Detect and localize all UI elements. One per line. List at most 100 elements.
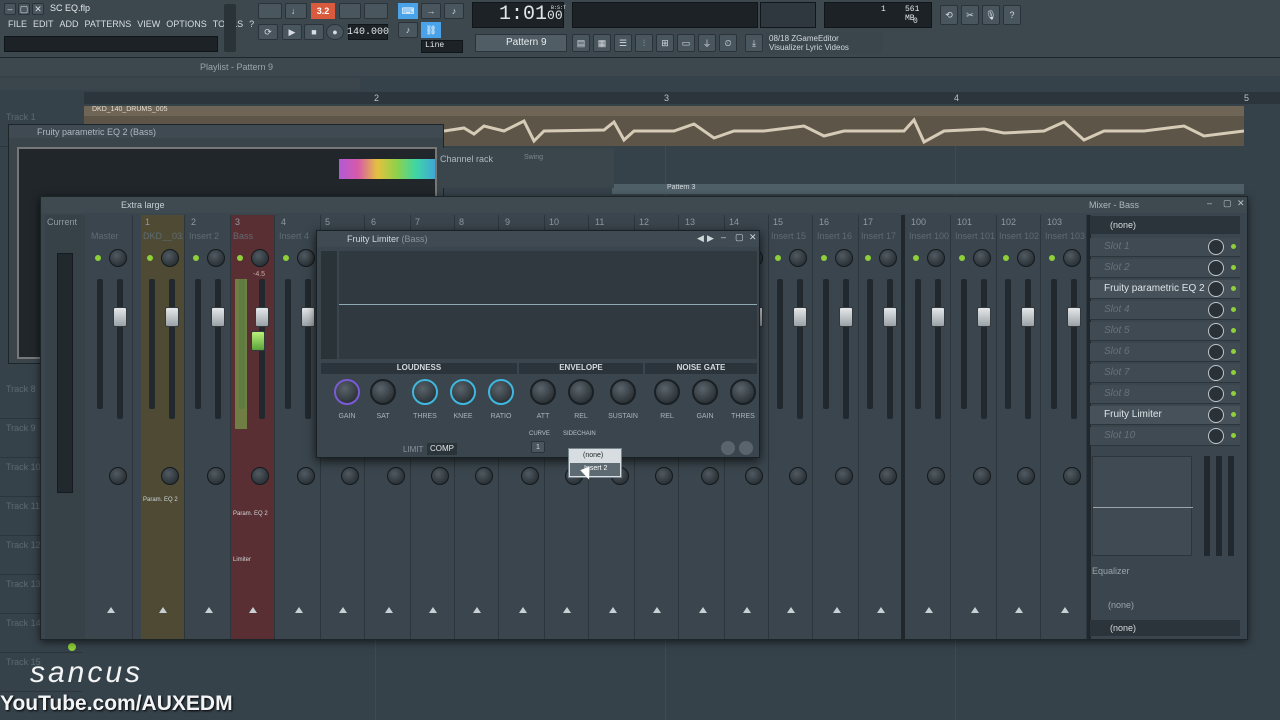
- fx-mix-knob[interactable]: [1208, 239, 1224, 255]
- stereo-knob[interactable]: [789, 467, 807, 485]
- knob-dial[interactable]: [488, 379, 514, 405]
- send-arrow-icon[interactable]: [743, 607, 751, 613]
- strip-enable-led[interactable]: [1003, 255, 1009, 261]
- fx-mix-knob[interactable]: [1208, 344, 1224, 360]
- browser-icon[interactable]: ⊞: [656, 34, 674, 52]
- timeline-ruler[interactable]: 2 3 4 5: [84, 92, 1280, 104]
- mixer-strip[interactable]: 2 Insert 2: [187, 215, 231, 639]
- step-indicator[interactable]: 3.2: [311, 3, 335, 19]
- strip-enable-led[interactable]: [1049, 255, 1055, 261]
- mixer-strip[interactable]: 16 Insert 16: [815, 215, 859, 639]
- strip-name[interactable]: Bass: [233, 231, 273, 241]
- stereo-knob[interactable]: [927, 467, 945, 485]
- minimize-icon[interactable]: –: [4, 3, 16, 15]
- limiter-option-icon-2[interactable]: [739, 441, 753, 455]
- sidechain-dropdown[interactable]: (none) Insert 2: [568, 448, 622, 478]
- strip-enable-led[interactable]: [237, 255, 243, 261]
- playlist-icon[interactable]: ▤: [572, 34, 590, 52]
- fx-mix-knob[interactable]: [1208, 386, 1224, 402]
- strip-enable-led[interactable]: [147, 255, 153, 261]
- countdown-toggle[interactable]: [339, 3, 361, 19]
- strip-name[interactable]: Insert 4: [279, 231, 319, 241]
- send-arrow-icon[interactable]: [295, 607, 303, 613]
- stereo-knob[interactable]: [431, 467, 449, 485]
- fx-slot[interactable]: Slot 2: [1090, 259, 1240, 278]
- fx-mix-knob[interactable]: [1208, 260, 1224, 276]
- pan-knob[interactable]: [973, 249, 991, 267]
- limiter-option-icon[interactable]: [721, 441, 735, 455]
- cut-icon[interactable]: ✂: [961, 5, 979, 25]
- limiter-knob[interactable]: ATT: [523, 379, 563, 423]
- limiter-next-icon[interactable]: ▶: [707, 233, 714, 244]
- knob-dial[interactable]: [412, 379, 438, 405]
- fx-enable-led[interactable]: [1231, 412, 1236, 417]
- menu-options[interactable]: OPTIONS: [166, 19, 207, 29]
- strip-name[interactable]: Master: [91, 231, 131, 241]
- strip-name[interactable]: Insert 102: [999, 231, 1039, 241]
- menu-patterns[interactable]: PATTERNS: [85, 19, 132, 29]
- pan-knob[interactable]: [1017, 249, 1035, 267]
- strip-enable-led[interactable]: [193, 255, 199, 261]
- download-icon[interactable]: ⤓: [745, 34, 763, 52]
- send-arrow-icon[interactable]: [833, 607, 841, 613]
- record-icon[interactable]: ●: [326, 24, 344, 40]
- close-icon[interactable]: ✕: [32, 3, 44, 15]
- mixer-strip[interactable]: 102 Insert 102: [997, 215, 1041, 639]
- volume-fader[interactable]: [113, 307, 127, 327]
- limiter-minimize-icon[interactable]: –: [721, 232, 726, 242]
- mixer-strip[interactable]: 4 Insert 4: [277, 215, 321, 639]
- channel-rack-icon[interactable]: ☰: [614, 34, 632, 52]
- volume-fader[interactable]: [165, 307, 179, 327]
- strip-enable-led[interactable]: [283, 255, 289, 261]
- send-arrow-icon[interactable]: [787, 607, 795, 613]
- mixer-close-icon[interactable]: ✕: [1237, 198, 1245, 209]
- pattern-3-clip[interactable]: Pattern 3: [612, 184, 1244, 194]
- fx-slot[interactable]: Slot 5: [1090, 322, 1240, 341]
- fx-mix-knob[interactable]: [1208, 365, 1224, 381]
- metronome-icon[interactable]: ♩: [285, 3, 307, 19]
- stereo-knob[interactable]: [341, 467, 359, 485]
- strip-name[interactable]: Insert 16: [817, 231, 857, 241]
- volume-fader[interactable]: [1067, 307, 1081, 327]
- stereo-knob[interactable]: [387, 467, 405, 485]
- fx-slot[interactable]: Slot 6: [1090, 343, 1240, 362]
- pan-knob[interactable]: [161, 249, 179, 267]
- send-arrow-icon[interactable]: [925, 607, 933, 613]
- fx-slot[interactable]: Slot 1: [1090, 238, 1240, 257]
- pan-knob[interactable]: [251, 249, 269, 267]
- comp-mode[interactable]: COMP: [427, 443, 457, 455]
- knob-dial[interactable]: [654, 379, 680, 405]
- pan-knob[interactable]: [789, 249, 807, 267]
- send-arrow-icon[interactable]: [653, 607, 661, 613]
- undo-icon[interactable]: ⟲: [940, 5, 958, 25]
- stereo-knob[interactable]: [835, 467, 853, 485]
- send-arrow-icon[interactable]: [159, 607, 167, 613]
- mixer-strip[interactable]: 100 Insert 100: [907, 215, 951, 639]
- mixer-icon[interactable]: ⫶: [635, 34, 653, 52]
- stereo-knob[interactable]: [879, 467, 897, 485]
- limit-mode[interactable]: LIMIT: [403, 445, 423, 454]
- volume-fader[interactable]: [883, 307, 897, 327]
- stereo-knob[interactable]: [297, 467, 315, 485]
- fx-enable-led[interactable]: [1231, 433, 1236, 438]
- snap-select[interactable]: Line: [421, 40, 463, 53]
- loop-icon[interactable]: ⟳: [258, 24, 278, 40]
- dropdown-option-none[interactable]: (none): [569, 449, 621, 462]
- volume-fader[interactable]: [255, 307, 269, 327]
- limiter-maximize-icon[interactable]: ▢: [735, 232, 744, 243]
- volume-fader[interactable]: [839, 307, 853, 327]
- mixer-strip[interactable]: Master: [89, 215, 133, 639]
- pattern-selector[interactable]: Pattern 9: [475, 34, 567, 52]
- fx-enable-led[interactable]: [1231, 349, 1236, 354]
- pattern-song-toggle[interactable]: [258, 3, 282, 19]
- fx-slot[interactable]: Slot 10: [1090, 427, 1240, 446]
- pan-knob[interactable]: [927, 249, 945, 267]
- fx-enable-led[interactable]: [1231, 307, 1236, 312]
- limiter-knob[interactable]: THRES: [405, 379, 445, 423]
- send-arrow-icon[interactable]: [971, 607, 979, 613]
- fx-slot[interactable]: Slot 4: [1090, 301, 1240, 320]
- mixer-strip[interactable]: 103 Insert 103: [1043, 215, 1087, 639]
- plugin-picker-icon[interactable]: ▭: [677, 34, 695, 52]
- curve-value[interactable]: 1: [531, 441, 545, 453]
- strip-enable-led[interactable]: [821, 255, 827, 261]
